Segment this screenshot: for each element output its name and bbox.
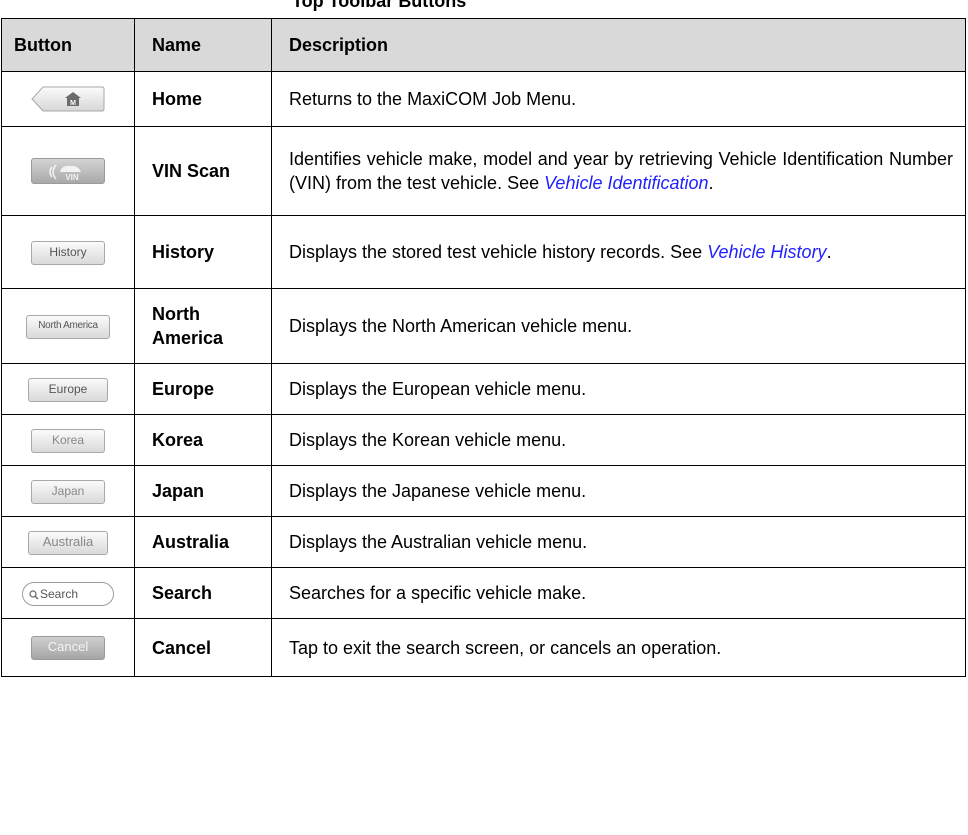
description-period: . xyxy=(708,173,714,193)
home-icon: M xyxy=(31,86,105,112)
cancel-button-image: Cancel xyxy=(31,636,105,661)
document-page: Top Toolbar Buttons Button Name Descript… xyxy=(0,0,968,835)
vehicle-identification-link[interactable]: Vehicle Identification xyxy=(544,173,708,193)
button-cell: North America xyxy=(1,288,135,364)
magnifier-icon xyxy=(29,590,39,600)
north-america-button-image: North America xyxy=(26,314,110,339)
table-row: M Home Returns to the MaxiCOM Job Menu. xyxy=(1,71,966,127)
table-row: Cancel Cancel Tap to exit the search scr… xyxy=(1,618,966,677)
name-cell: Cancel xyxy=(134,618,272,677)
name-cell: Search xyxy=(134,567,272,619)
table-row: Japan Japan Displays the Japanese vehicl… xyxy=(1,465,966,517)
description-cell: Displays the North American vehicle menu… xyxy=(271,288,966,364)
korea-button-image: Korea xyxy=(31,428,105,453)
description-cell: Displays the stored test vehicle history… xyxy=(271,215,966,289)
table-caption-strip: Top Toolbar Buttons xyxy=(0,0,968,18)
name-cell: Australia xyxy=(134,516,272,568)
description-cell: Returns to the MaxiCOM Job Menu. xyxy=(271,71,966,127)
description-cell: Displays the Japanese vehicle menu. xyxy=(271,465,966,517)
button-cell: M xyxy=(1,71,135,127)
header-name: Name xyxy=(134,18,272,72)
toolbar-buttons-table: Button Name Description M Home Returns t… xyxy=(1,18,966,677)
vin-scan-button-image: VIN xyxy=(31,158,105,185)
description-text: Displays the stored test vehicle history… xyxy=(289,242,708,262)
description-cell: Searches for a specific vehicle make. xyxy=(271,567,966,619)
header-button: Button xyxy=(1,18,135,72)
table-row: Europe Europe Displays the European vehi… xyxy=(1,363,966,415)
name-cell: North America xyxy=(134,288,272,364)
table-row: Search Search Searches for a specific ve… xyxy=(1,567,966,619)
description-cell: Displays the Korean vehicle menu. xyxy=(271,414,966,466)
name-cell: Europe xyxy=(134,363,272,415)
description-cell: Displays the European vehicle menu. xyxy=(271,363,966,415)
button-cell: Japan xyxy=(1,465,135,517)
search-button-caption: Search xyxy=(40,586,79,601)
table-row: Korea Korea Displays the Korean vehicle … xyxy=(1,414,966,466)
home-button-image: M xyxy=(31,86,105,112)
vehicle-history-link[interactable]: Vehicle History xyxy=(707,242,826,262)
button-cell: History xyxy=(1,215,135,289)
name-cell: Home xyxy=(134,71,272,127)
table-row: North America North America Displays the… xyxy=(1,288,966,364)
table-header-row: Button Name Description xyxy=(1,18,966,72)
button-cell: Korea xyxy=(1,414,135,466)
table-row: History History Displays the stored test… xyxy=(1,215,966,289)
table-row: Australia Australia Displays the Austral… xyxy=(1,516,966,568)
table-caption: Top Toolbar Buttons xyxy=(292,0,467,11)
search-button-image: Search xyxy=(22,581,114,606)
name-cell: History xyxy=(134,215,272,289)
description-period: . xyxy=(826,242,832,262)
svg-text:M: M xyxy=(70,100,76,107)
europe-button-image: Europe xyxy=(28,377,108,402)
description-cell: Tap to exit the search screen, or cancel… xyxy=(271,618,966,677)
button-cell: Australia xyxy=(1,516,135,568)
table-row: VIN VIN Scan Identifies vehicle make, mo… xyxy=(1,126,966,216)
button-cell: Search xyxy=(1,567,135,619)
button-cell: Europe xyxy=(1,363,135,415)
name-cell: Korea xyxy=(134,414,272,466)
vin-car-icon: VIN xyxy=(49,164,81,182)
button-cell: Cancel xyxy=(1,618,135,677)
description-cell: Displays the Australian vehicle menu. xyxy=(271,516,966,568)
australia-button-image: Australia xyxy=(28,530,108,555)
button-cell: VIN xyxy=(1,126,135,216)
japan-button-image: Japan xyxy=(31,479,105,504)
name-cell: Japan xyxy=(134,465,272,517)
name-cell: VIN Scan xyxy=(134,126,272,216)
svg-text:VIN: VIN xyxy=(65,173,79,182)
description-cell: Identifies vehicle make, model and year … xyxy=(271,126,966,216)
header-description: Description xyxy=(271,18,966,72)
history-button-image: History xyxy=(31,240,105,265)
